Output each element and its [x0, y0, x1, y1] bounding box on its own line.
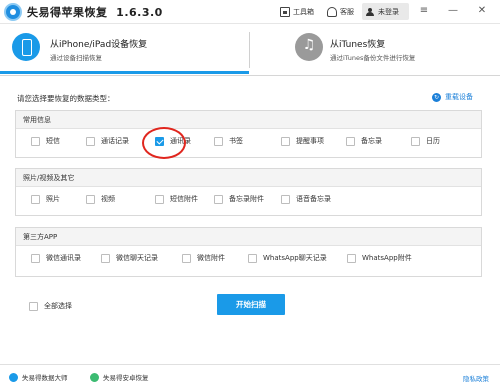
option-label: 备忘录附件 [229, 195, 264, 203]
section-common-title: 常用信息 [16, 111, 481, 129]
active-tab-indicator [0, 71, 249, 74]
option-calendar[interactable]: 日历 [411, 136, 440, 146]
footer-link-android-recovery[interactable]: 失易得安卓恢复 [90, 372, 149, 382]
option-notes-attachments[interactable]: 备忘录附件 [214, 194, 264, 204]
tab-divider [249, 32, 250, 68]
option-sms[interactable]: 短信 [31, 136, 60, 146]
tab-itunes-recovery[interactable]: 从iTunes恢复 通过iTunes备份文件进行恢复 [251, 24, 500, 76]
option-label: 通话记录 [101, 137, 129, 145]
close-icon[interactable]: ✕ [476, 5, 488, 17]
start-scan-button[interactable]: 开始扫描 [217, 294, 285, 315]
select-all-label: 全部选择 [44, 302, 72, 310]
section-media: 照片/视频及其它 照片 视频 短信附件 备忘录附件 语音备忘录 [15, 168, 482, 216]
option-wechat-chats[interactable]: 微信聊天记录 [101, 253, 158, 263]
section-common: 常用信息 短信 通话记录 通讯录 书签 提醒事项 备忘录 日历 [15, 110, 482, 158]
toolbox-icon [280, 7, 290, 17]
option-whatsapp-chats[interactable]: WhatsApp聊天记录 [248, 253, 327, 263]
app-name: 失易得苹果恢复 [27, 6, 108, 19]
select-all-checkbox[interactable]: 全部选择 [29, 301, 72, 311]
checkbox[interactable] [31, 136, 40, 146]
option-label: WhatsApp聊天记录 [263, 254, 327, 262]
option-label: 视频 [101, 195, 115, 203]
option-label: 微信附件 [197, 254, 225, 262]
app-title: 失易得苹果恢复 1.6.3.0 [27, 4, 163, 20]
footer-link-label: 失易得数据大师 [22, 374, 68, 382]
checkbox[interactable] [31, 253, 40, 263]
service-label: 客服 [340, 8, 354, 16]
tab-itunes-title: 从iTunes恢复 [330, 40, 386, 50]
checkbox[interactable] [29, 301, 38, 311]
headset-icon [327, 7, 337, 17]
checkbox[interactable] [86, 136, 95, 146]
login-button[interactable]: 未登录 [362, 3, 409, 20]
service-button[interactable]: 客服 [327, 5, 354, 19]
checkbox[interactable] [31, 194, 40, 204]
toolbox-label: 工具箱 [293, 8, 314, 16]
checkbox[interactable] [214, 136, 223, 146]
checkbox[interactable] [155, 194, 164, 204]
section-third-party: 第三方APP 微信通讯录 微信聊天记录 微信附件 WhatsApp聊天记录 Wh… [15, 227, 482, 277]
mode-tabs: 从iPhone/iPad设备恢复 通过设备扫描恢复 从iTunes恢复 通过iT… [0, 24, 500, 76]
checkbox[interactable] [86, 194, 95, 204]
option-notes[interactable]: 备忘录 [346, 136, 382, 146]
toolbox-button[interactable]: 工具箱 [280, 5, 314, 19]
checkbox[interactable] [182, 253, 191, 263]
tab-itunes-subtitle: 通过iTunes备份文件进行恢复 [330, 54, 416, 62]
option-label: 微信通讯录 [46, 254, 81, 262]
tab-device-recovery[interactable]: 从iPhone/iPad设备恢复 通过设备扫描恢复 [0, 24, 249, 76]
data-master-logo-icon [9, 372, 18, 382]
login-label: 未登录 [378, 7, 399, 16]
app-version: 1.6.3.0 [116, 6, 163, 19]
option-label: 短信附件 [170, 195, 198, 203]
section-third-party-title: 第三方APP [16, 228, 481, 246]
footer-link-label: 失易得安卓恢复 [103, 374, 149, 382]
option-label: 短信 [46, 137, 60, 145]
reload-icon: ↻ [432, 92, 441, 102]
menu-icon[interactable]: ≡ [418, 5, 430, 17]
option-call-log[interactable]: 通话记录 [86, 136, 129, 146]
reload-label: 重载设备 [445, 93, 473, 101]
checkbox[interactable] [214, 194, 223, 204]
privacy-policy-link[interactable]: 隐私政策 [463, 373, 489, 383]
checkbox[interactable] [346, 136, 355, 146]
checkbox[interactable] [347, 253, 356, 263]
section-media-title: 照片/视频及其它 [16, 169, 481, 187]
checkbox[interactable] [281, 194, 290, 204]
option-label: 书签 [229, 137, 243, 145]
option-label: 日历 [426, 137, 440, 145]
data-type-prompt: 请您选择要恢复的数据类型： [17, 94, 115, 103]
option-label: 照片 [46, 195, 60, 203]
option-wechat-contacts[interactable]: 微信通讯录 [31, 253, 81, 263]
phone-icon [12, 33, 40, 61]
footer-link-data-master[interactable]: 失易得数据大师 [9, 372, 68, 382]
android-recovery-logo-icon [90, 372, 99, 382]
minimize-icon[interactable]: — [447, 5, 459, 17]
option-videos[interactable]: 视频 [86, 194, 115, 204]
title-bar: 失易得苹果恢复 1.6.3.0 工具箱 客服 未登录 ≡ — ✕ [0, 0, 500, 24]
option-label: 微信聊天记录 [116, 254, 158, 262]
option-label: WhatsApp附件 [362, 254, 412, 262]
option-bookmarks[interactable]: 书签 [214, 136, 243, 146]
checkbox[interactable] [411, 136, 420, 146]
app-logo-icon [4, 3, 22, 21]
option-whatsapp-attachments[interactable]: WhatsApp附件 [347, 253, 412, 263]
tab-device-subtitle: 通过设备扫描恢复 [50, 54, 102, 62]
option-label: 语音备忘录 [296, 195, 331, 203]
option-sms-attachments[interactable]: 短信附件 [155, 194, 198, 204]
option-wechat-attachments[interactable]: 微信附件 [182, 253, 225, 263]
checkbox[interactable] [101, 253, 110, 263]
music-icon [295, 33, 323, 61]
option-label: 备忘录 [361, 137, 382, 145]
footer: 失易得数据大师 失易得安卓恢复 隐私政策 [0, 364, 500, 386]
reload-device-button[interactable]: ↻ 重载设备 [432, 92, 473, 102]
checkbox[interactable] [248, 253, 257, 263]
option-reminders[interactable]: 提醒事项 [281, 136, 324, 146]
user-icon [366, 7, 374, 16]
checkbox[interactable] [281, 136, 290, 146]
option-voice-memos[interactable]: 语音备忘录 [281, 194, 331, 204]
tab-device-title: 从iPhone/iPad设备恢复 [50, 40, 148, 50]
option-label: 提醒事项 [296, 137, 324, 145]
option-photos[interactable]: 照片 [31, 194, 60, 204]
highlight-circle [142, 127, 186, 159]
